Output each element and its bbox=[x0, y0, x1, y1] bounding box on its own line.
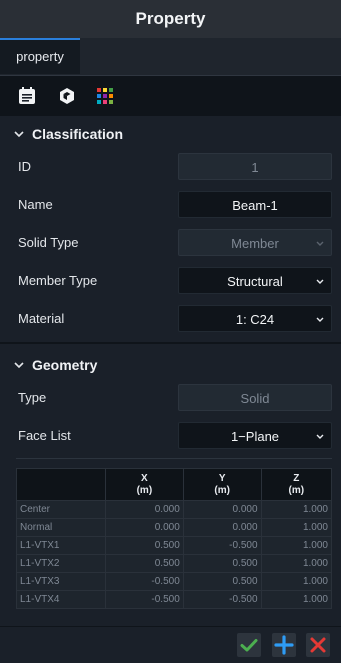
cell-z: 1.000 bbox=[260, 536, 333, 555]
name-field[interactable]: Beam-1 bbox=[178, 191, 332, 218]
table-row: Normal 0.000 0.000 1.000 bbox=[16, 518, 333, 537]
id-field: 1 bbox=[178, 153, 332, 180]
close-icon bbox=[310, 637, 326, 653]
chevron-down-icon bbox=[14, 348, 24, 382]
chevron-down-icon bbox=[315, 423, 325, 450]
solid-type-label: Solid Type bbox=[18, 235, 79, 250]
chevron-down-icon bbox=[315, 268, 325, 295]
material-label: Material bbox=[18, 311, 65, 326]
material-value: 1: C24 bbox=[235, 312, 275, 327]
cell-z: 1.000 bbox=[260, 572, 333, 591]
cancel-button[interactable] bbox=[306, 633, 330, 657]
table-row: L1-VTX2 0.500 0.500 1.000 bbox=[16, 554, 333, 573]
classification-section-header[interactable]: Classification bbox=[0, 117, 341, 151]
column-header-y: Y (m) bbox=[182, 468, 262, 501]
row-label: L1-VTX3 bbox=[16, 572, 106, 591]
confirm-button[interactable] bbox=[237, 633, 261, 657]
cell-y: -0.500 bbox=[182, 536, 262, 555]
geometry-section-header[interactable]: Geometry bbox=[0, 348, 341, 382]
table-corner-header bbox=[16, 468, 106, 501]
section-divider bbox=[0, 342, 341, 344]
member-type-value: Structural bbox=[227, 274, 283, 289]
member-type-label: Member Type bbox=[18, 273, 98, 288]
cell-x: 0.500 bbox=[105, 554, 184, 573]
member-type-select[interactable]: Structural bbox=[178, 267, 332, 294]
cell-x: -0.500 bbox=[105, 590, 184, 609]
cell-y: 0.500 bbox=[182, 572, 262, 591]
cell-z: 1.000 bbox=[260, 500, 333, 519]
tab-property[interactable]: property bbox=[0, 38, 80, 74]
window-title: Property bbox=[0, 0, 341, 38]
document-list-icon[interactable] bbox=[17, 86, 37, 106]
cell-y: 0.000 bbox=[182, 500, 262, 519]
id-label: ID bbox=[18, 159, 31, 174]
face-list-label: Face List bbox=[18, 428, 71, 443]
name-label: Name bbox=[18, 197, 53, 212]
table-row: Center 0.000 0.000 1.000 bbox=[16, 500, 333, 519]
geometry-title: Geometry bbox=[32, 357, 98, 373]
type-label: Type bbox=[18, 390, 47, 405]
row-label: L1-VTX4 bbox=[16, 590, 106, 609]
table-row: L1-VTX1 0.500 -0.500 1.000 bbox=[16, 536, 333, 555]
cell-z: 1.000 bbox=[260, 518, 333, 537]
row-label: L1-VTX2 bbox=[16, 554, 106, 573]
cell-x: 0.000 bbox=[105, 500, 184, 519]
column-header-x: X (m) bbox=[105, 468, 184, 501]
classification-title: Classification bbox=[32, 126, 124, 142]
action-bar bbox=[0, 626, 341, 663]
add-button[interactable] bbox=[272, 633, 296, 657]
solid-type-value: Member bbox=[231, 236, 279, 251]
tab-bar: property bbox=[0, 38, 341, 76]
face-list-select[interactable]: 1−Plane bbox=[178, 422, 332, 449]
cell-y: -0.500 bbox=[182, 590, 262, 609]
column-header-z: Z (m) bbox=[260, 468, 333, 501]
cell-y: 0.000 bbox=[182, 518, 262, 537]
cell-x: 0.500 bbox=[105, 536, 184, 555]
table-row: L1-VTX4 -0.500 -0.500 1.000 bbox=[16, 590, 333, 609]
face-list-value: 1−Plane bbox=[230, 429, 280, 444]
checkmark-icon bbox=[240, 639, 258, 652]
cell-y: 0.500 bbox=[182, 554, 262, 573]
chevron-down-icon bbox=[14, 117, 24, 151]
cell-x: -0.500 bbox=[105, 572, 184, 591]
color-palette-icon[interactable] bbox=[95, 86, 115, 106]
row-label: L1-VTX1 bbox=[16, 536, 106, 555]
solid-type-select: Member bbox=[178, 229, 332, 256]
cube-icon[interactable] bbox=[57, 86, 77, 106]
row-label: Normal bbox=[16, 518, 106, 537]
cell-z: 1.000 bbox=[260, 590, 333, 609]
chevron-down-icon bbox=[315, 230, 325, 257]
chevron-down-icon bbox=[315, 306, 325, 333]
table-row: L1-VTX3 -0.500 0.500 1.000 bbox=[16, 572, 333, 591]
plus-icon bbox=[274, 635, 294, 655]
cell-z: 1.000 bbox=[260, 554, 333, 573]
material-select[interactable]: 1: C24 bbox=[178, 305, 332, 332]
table-header-row: X (m) Y (m) Z (m) bbox=[16, 468, 333, 501]
row-label: Center bbox=[16, 500, 106, 519]
toolbar bbox=[0, 76, 341, 116]
coordinates-table: X (m) Y (m) Z (m) Center 0.000 0.000 1.000 … bbox=[16, 468, 333, 609]
type-field: Solid bbox=[178, 384, 332, 411]
table-divider bbox=[16, 458, 332, 459]
cell-x: 0.000 bbox=[105, 518, 184, 537]
